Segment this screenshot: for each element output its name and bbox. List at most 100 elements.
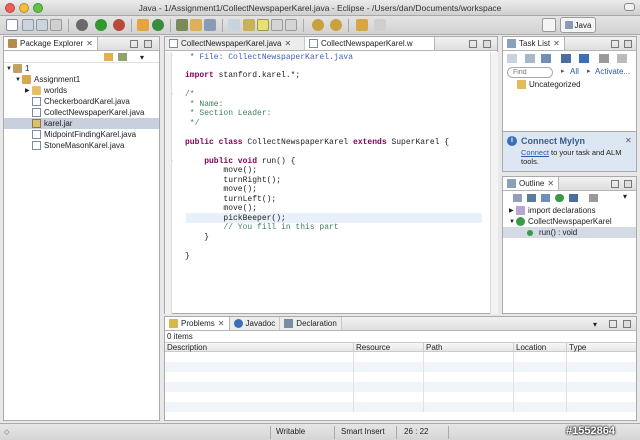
outline-item[interactable]: ▶ import declarations [503, 205, 636, 216]
search-icon[interactable] [204, 19, 216, 31]
code-area[interactable]: ⊕ ⊖ ⊖ * File: CollectNewspaperKarel.java… [172, 52, 490, 314]
minimize-window-button[interactable] [19, 3, 29, 13]
close-icon[interactable]: ✕ [625, 136, 632, 145]
toggle-block-icon[interactable] [243, 19, 255, 31]
focus-icon[interactable] [541, 54, 551, 63]
tab-javadoc[interactable]: Javadoc [229, 317, 281, 330]
fold-collapse-icon[interactable]: ⊖ [172, 90, 173, 98]
all-link[interactable]: All [570, 67, 579, 76]
filter-icon[interactable] [525, 54, 535, 63]
chevron-right-icon[interactable]: ▸ [561, 67, 565, 75]
outline-item-selected[interactable]: run() : void [503, 227, 636, 238]
maximize-view-icon[interactable] [623, 320, 631, 328]
print-icon[interactable] [50, 19, 62, 31]
overview-ruler[interactable] [490, 52, 498, 314]
tree-item-file-selected[interactable]: karel.jar [4, 118, 159, 129]
run-icon[interactable] [95, 19, 107, 31]
minimize-view-icon[interactable] [130, 40, 138, 48]
close-icon[interactable]: ✕ [547, 179, 554, 188]
zoom-window-button[interactable] [33, 3, 43, 13]
minimize-view-icon[interactable] [611, 40, 619, 48]
hide-nonpublic-icon[interactable] [555, 194, 564, 202]
maximize-view-icon[interactable] [624, 180, 632, 188]
close-icon[interactable]: ✕ [553, 39, 560, 48]
tree-item-project[interactable]: ▼ 1 [4, 63, 159, 74]
hide-local-types-icon[interactable] [569, 194, 578, 202]
open-perspective-icon[interactable] [542, 18, 556, 32]
outline-item[interactable]: ▼ CollectNewspaperKarel [503, 216, 636, 227]
focus-icon[interactable] [589, 194, 598, 202]
tree-label: StoneMasonKarel.java [44, 141, 125, 150]
sync-icon[interactable] [579, 54, 589, 63]
close-icon[interactable]: ✕ [285, 39, 292, 48]
maximize-view-icon[interactable] [624, 40, 632, 48]
link-editor-icon[interactable] [118, 53, 127, 61]
save-icon[interactable] [22, 19, 34, 31]
new-java-project-icon[interactable] [137, 19, 149, 31]
task-category-item[interactable]: Uncategorized [503, 79, 636, 90]
minimize-view-icon[interactable] [611, 180, 619, 188]
next-annotation-icon[interactable] [312, 19, 324, 31]
view-menu-icon[interactable]: ▾ [623, 192, 627, 201]
forward-icon[interactable] [374, 19, 386, 31]
maximize-view-icon[interactable] [483, 40, 491, 48]
view-menu-icon[interactable]: ▾ [140, 53, 144, 62]
fold-collapse-icon[interactable]: ⊖ [172, 157, 173, 165]
java-perspective-button[interactable]: Java [560, 17, 596, 33]
view-menu-icon[interactable]: ▾ [593, 320, 597, 329]
show-whitespace-icon[interactable] [271, 19, 283, 31]
chevron-down-icon[interactable]: ▼ [6, 66, 13, 72]
chevron-right-icon[interactable]: ▶ [509, 207, 516, 214]
external-tools-icon[interactable] [113, 19, 125, 31]
minimize-icon[interactable] [599, 54, 609, 63]
tree-item-file[interactable]: MidpointFindingKarel.java [4, 129, 159, 140]
close-window-button[interactable] [5, 3, 15, 13]
maximize-view-icon[interactable] [144, 40, 152, 48]
paragraph-icon[interactable] [285, 19, 297, 31]
chevron-down-icon[interactable]: ▼ [509, 219, 516, 225]
tree-item-file[interactable]: CheckerboardKarel.java [4, 96, 159, 107]
tab-task-list[interactable]: Task List ✕ [503, 37, 565, 50]
highlight-icon[interactable] [257, 19, 269, 31]
sort-icon[interactable] [513, 194, 522, 202]
minimize-view-icon[interactable] [469, 40, 477, 48]
tab-declaration[interactable]: Declaration [280, 317, 342, 330]
new-icon[interactable] [6, 19, 18, 31]
tab-package-explorer[interactable]: Package Explorer ✕ [4, 37, 98, 50]
toggle-mark-icon[interactable] [228, 19, 240, 31]
save-all-icon[interactable] [36, 19, 48, 31]
close-icon[interactable]: ✕ [86, 39, 93, 48]
collapse-all-icon[interactable] [104, 53, 113, 61]
tree-item-package[interactable]: ▼ Assignment1 [4, 74, 159, 85]
maximize-icon[interactable] [617, 54, 627, 63]
tree-item-file[interactable]: CollectNewspaperKarel.java [4, 107, 159, 118]
hide-static-icon[interactable] [541, 194, 550, 202]
fold-expand-icon[interactable]: ⊕ [172, 52, 173, 60]
tab-problems[interactable]: Problems ✕ [165, 317, 230, 330]
tree-item-worlds[interactable]: ▶ worlds [4, 85, 159, 96]
hide-fields-icon[interactable] [527, 194, 536, 202]
chevron-down-icon[interactable]: ▼ [15, 77, 22, 83]
column-description[interactable]: Description [167, 343, 207, 352]
back-icon[interactable] [356, 19, 368, 31]
open-type-icon[interactable] [176, 19, 188, 31]
tab-editor-file[interactable]: CollectNewspaperKarel.java ✕ [165, 37, 305, 50]
tree-item-file[interactable]: StoneMasonKarel.java [4, 140, 159, 151]
chevron-right-icon[interactable]: ▸ [587, 67, 591, 75]
connect-link[interactable]: Connect [521, 148, 549, 157]
open-folder-icon[interactable] [190, 19, 202, 31]
new-task-icon[interactable] [507, 54, 517, 63]
minimize-view-icon[interactable] [609, 320, 617, 328]
toolbar-toggle-button[interactable] [624, 3, 635, 11]
tab-editor-file-active[interactable]: CollectNewspaperKarel.w [305, 37, 435, 50]
chevron-right-icon[interactable]: ▶ [25, 87, 32, 94]
new-class-icon[interactable] [152, 19, 164, 31]
collapse-icon[interactable] [561, 54, 571, 63]
task-find-input[interactable] [507, 67, 553, 78]
prev-annotation-icon[interactable] [330, 19, 342, 31]
tab-outline[interactable]: Outline ✕ [503, 177, 560, 190]
close-icon[interactable]: ✕ [218, 319, 225, 328]
activate-link[interactable]: Activate... [595, 67, 630, 76]
debug-icon[interactable] [76, 19, 88, 31]
toolbar-separator [222, 19, 223, 32]
